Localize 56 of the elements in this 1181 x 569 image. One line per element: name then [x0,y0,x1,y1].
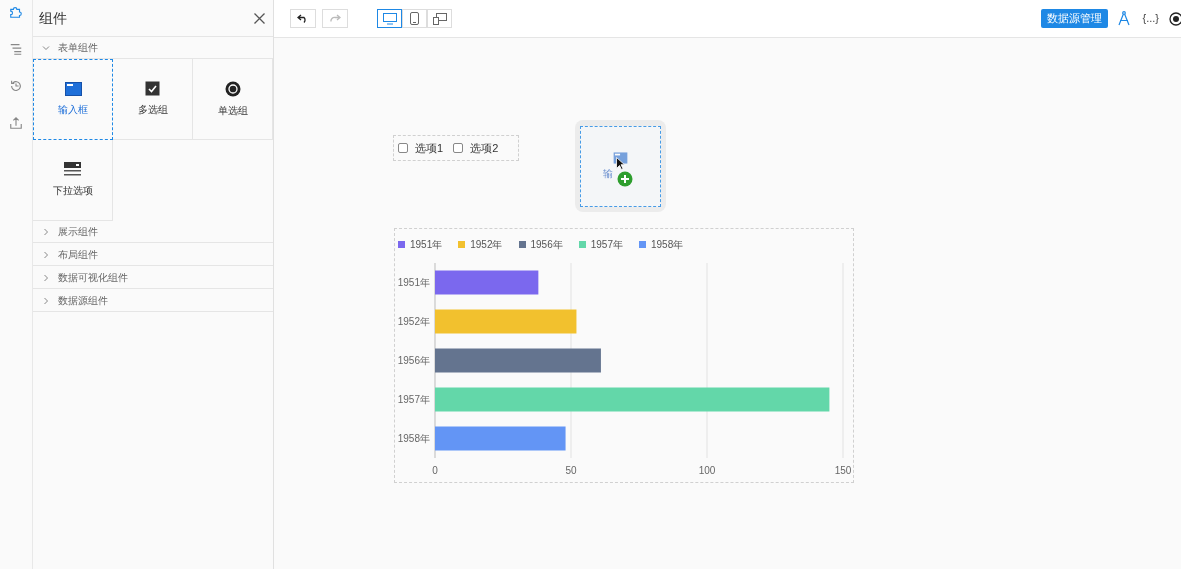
axis-label: 1951年 [397,277,430,288]
legend-swatch[interactable] [578,240,586,248]
axis-label: 50 [565,465,577,476]
component-tile[interactable]: 单选组 [193,59,273,140]
legend-label[interactable]: 1951年 [410,236,443,252]
monitor-icon [382,12,397,25]
axis-label: 1952年 [397,316,430,327]
checkbox[interactable] [453,143,464,153]
legend-swatch[interactable] [639,240,646,248]
history-icon[interactable] [9,79,23,93]
datasource-button[interactable]: 数据源管理 [1041,9,1109,28]
chevron-down-icon [42,43,50,52]
legend-label[interactable]: 1956年 [530,236,563,252]
undo-icon [297,14,309,23]
desktop-view-button[interactable] [377,9,402,28]
add-icon [617,171,633,187]
radio-icon [224,80,241,97]
legend-swatch[interactable] [458,240,466,248]
axis-label: 1957年 [397,394,430,405]
input-box-icon [64,82,82,96]
code-button[interactable]: {...} [1142,10,1159,27]
close-icon[interactable] [254,12,265,24]
chevron-right-icon [42,250,50,259]
drag-label: 输 [603,166,613,181]
chevron-right-icon [42,273,50,282]
chevron-right-icon [42,296,50,305]
legend-swatch[interactable] [398,240,405,248]
devices-icon [432,12,447,25]
dropdown-icon [64,162,81,177]
checkbox[interactable] [398,143,408,153]
legend-swatch[interactable] [518,240,526,248]
chevron-right-icon [42,227,50,236]
axis-label: 100 [698,465,716,476]
checkbox-label[interactable]: 选项2 [470,139,499,157]
component-tile[interactable]: 多选组 [113,59,193,140]
outline-icon[interactable] [9,42,23,56]
tablet-view-button[interactable] [427,9,452,28]
phone-icon [410,12,419,25]
mobile-view-button[interactable] [402,9,427,28]
legend-label[interactable]: 1957年 [590,236,623,252]
undo-button[interactable] [290,9,316,28]
cursor-icon [616,157,625,170]
legend-label[interactable]: 1952年 [470,236,503,252]
checkbox-icon [145,81,160,96]
upload-icon[interactable] [9,116,23,130]
puzzle-icon[interactable] [9,5,23,19]
axis-label: 1958年 [397,433,430,444]
component-tile[interactable]: 输入框 [33,59,113,140]
checkbox-label[interactable]: 选项1 [415,139,444,157]
compass-icon[interactable] [1117,11,1132,26]
axis-label: 150 [834,465,852,476]
axis-label: 0 [432,465,438,476]
redo-icon [329,14,341,23]
axis-label: 1956年 [397,355,430,366]
legend-label[interactable]: 1958年 [651,236,684,252]
panel-title: 组件 [39,8,67,28]
